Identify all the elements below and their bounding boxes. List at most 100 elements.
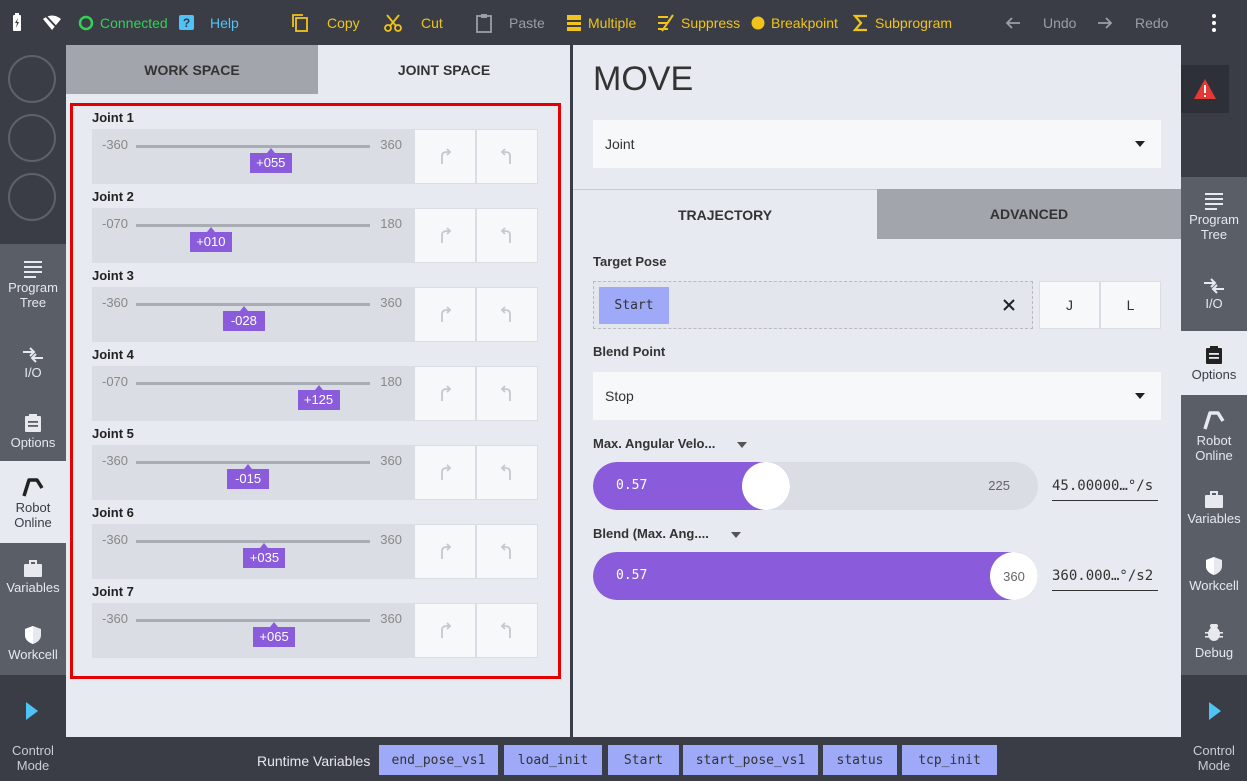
slider-min: 0.57: [616, 568, 648, 583]
rotate-ccw-button[interactable]: [476, 366, 538, 421]
tab-trajectory[interactable]: TRAJECTORY: [573, 189, 877, 239]
rotate-cw-button[interactable]: [414, 524, 476, 579]
status-circle[interactable]: [8, 55, 56, 103]
blend-point-select[interactable]: Stop: [593, 372, 1161, 420]
runtime-variable-chip[interactable]: end_pose_vs1: [379, 745, 498, 775]
joint-value-thumb[interactable]: +125: [297, 385, 340, 410]
rotate-ccw-button[interactable]: [476, 208, 538, 263]
joint-value-thumb[interactable]: -028: [222, 306, 265, 331]
j-button[interactable]: J: [1039, 281, 1100, 329]
tab-work-space[interactable]: WORK SPACE: [66, 45, 318, 94]
max-velocity-value[interactable]: 45.00000…°/s: [1052, 473, 1158, 501]
subprogram-button[interactable]: Subprogram: [853, 0, 952, 45]
slider-max: 225: [988, 478, 1010, 493]
joint-value-thumb[interactable]: +065: [253, 622, 296, 647]
right-nav-debug[interactable]: Debug: [1181, 607, 1247, 675]
right-nav-robot-online[interactable]: Robot Online: [1181, 395, 1247, 475]
runtime-variable-chip[interactable]: Start: [608, 745, 679, 775]
joint-slider[interactable]: -360 360 +065: [92, 603, 414, 658]
left-nav-robot-online[interactable]: Robot Online: [0, 461, 66, 543]
play-icon[interactable]: [1208, 701, 1222, 726]
joint-value-thumb[interactable]: +035: [243, 543, 286, 568]
runtime-variable-chip[interactable]: load_init: [504, 745, 602, 775]
help-button[interactable]: ? Help: [178, 0, 239, 45]
right-nav-workcell[interactable]: Workcell: [1181, 541, 1247, 607]
rotate-ccw-button[interactable]: [476, 524, 538, 579]
move-type-value: Joint: [605, 136, 635, 152]
runtime-variable-chip[interactable]: start_pose_vs1: [683, 745, 818, 775]
play-icon[interactable]: [25, 701, 39, 726]
alert-button[interactable]: [1181, 65, 1229, 113]
left-nav-io[interactable]: I/O: [0, 326, 66, 401]
rotate-ccw-icon: [500, 463, 511, 480]
left-nav-options[interactable]: Options: [0, 401, 66, 461]
max-velocity-label[interactable]: Max. Angular Velo...: [593, 436, 748, 451]
joint-slider[interactable]: -360 360 +055: [92, 129, 414, 184]
rotate-cw-button[interactable]: [414, 129, 476, 184]
rotate-cw-button[interactable]: [414, 603, 476, 658]
left-nav-variables[interactable]: Variables: [0, 543, 66, 611]
joint-slider-track[interactable]: [136, 145, 370, 148]
clipboard-icon: [1206, 345, 1222, 364]
joint-value-thumb[interactable]: -015: [227, 464, 270, 489]
rotate-cw-icon: [441, 542, 452, 559]
runtime-variable-chip[interactable]: tcp_init: [902, 745, 997, 775]
target-pose-field[interactable]: Start: [593, 281, 1033, 329]
runtime-variable-chip[interactable]: status: [823, 745, 897, 775]
target-pose-chip[interactable]: Start: [599, 287, 669, 324]
rotate-ccw-button[interactable]: [476, 445, 538, 500]
clear-icon[interactable]: [1002, 298, 1016, 317]
rotate-ccw-button[interactable]: [476, 603, 538, 658]
slider-knob[interactable]: [742, 462, 790, 510]
joint-value-thumb[interactable]: +055: [249, 148, 292, 173]
blend-slider[interactable]: 0.57 360: [593, 552, 1038, 600]
copy-label: Copy: [327, 14, 360, 31]
tab-joint-space[interactable]: JOINT SPACE: [318, 45, 570, 94]
right-nav-options[interactable]: Options: [1181, 331, 1247, 395]
left-nav-workcell[interactable]: Workcell: [0, 611, 66, 675]
slider-knob[interactable]: 360: [990, 552, 1038, 600]
breakpoint-button[interactable]: Breakpoint: [751, 0, 838, 45]
joint-slider[interactable]: -070 180 +010: [92, 208, 414, 263]
copy-button[interactable]: Copy: [291, 0, 360, 45]
blend-value[interactable]: 360.000…°/s2: [1052, 563, 1158, 591]
joint-slider[interactable]: -070 180 +125: [92, 366, 414, 421]
l-button[interactable]: L: [1100, 281, 1161, 329]
joint-slider-track[interactable]: [136, 382, 370, 385]
max-velocity-slider[interactable]: 0.57 225: [593, 462, 1038, 510]
joint-slider-track[interactable]: [136, 540, 370, 543]
rotate-ccw-button[interactable]: [476, 287, 538, 342]
joint-step-buttons: [414, 287, 538, 342]
joint-slider[interactable]: -360 360 -015: [92, 445, 414, 500]
joint-slider-track[interactable]: [136, 619, 370, 622]
rotate-cw-button[interactable]: [414, 366, 476, 421]
rotate-cw-button[interactable]: [414, 287, 476, 342]
move-type-select[interactable]: Joint: [593, 120, 1161, 168]
joint-max: 360: [380, 532, 402, 547]
status-circle[interactable]: [8, 173, 56, 221]
redo-button[interactable]: Redo: [1097, 0, 1168, 45]
joint-slider[interactable]: -360 360 +035: [92, 524, 414, 579]
multiple-button[interactable]: Multiple: [566, 0, 636, 45]
left-nav-program-tree[interactable]: Program Tree: [0, 244, 66, 326]
right-nav-io[interactable]: I/O: [1181, 257, 1247, 331]
joint-slider[interactable]: -360 360 -028: [92, 287, 414, 342]
joint-value-thumb[interactable]: +010: [189, 227, 232, 252]
paste-button[interactable]: Paste: [475, 0, 545, 45]
left-nav-label: Robot Online: [14, 500, 52, 530]
suppress-button[interactable]: Suppress: [657, 0, 740, 45]
cut-button[interactable]: Cut: [383, 0, 443, 45]
rotate-cw-button[interactable]: [414, 445, 476, 500]
right-nav-variables[interactable]: Variables: [1181, 475, 1247, 541]
tab-advanced[interactable]: ADVANCED: [877, 189, 1181, 239]
right-nav-program-tree[interactable]: Program Tree: [1181, 177, 1247, 257]
rotate-ccw-button[interactable]: [476, 129, 538, 184]
undo-button[interactable]: Undo: [1005, 0, 1076, 45]
joint-slider-track[interactable]: [136, 224, 370, 227]
rotate-cw-button[interactable]: [414, 208, 476, 263]
status-circle[interactable]: [8, 114, 56, 162]
joint-slider-track[interactable]: [136, 461, 370, 464]
blend-label[interactable]: Blend (Max. Ang....: [593, 526, 741, 541]
more-menu-button[interactable]: [1208, 0, 1220, 45]
joint-slider-track[interactable]: [136, 303, 370, 306]
